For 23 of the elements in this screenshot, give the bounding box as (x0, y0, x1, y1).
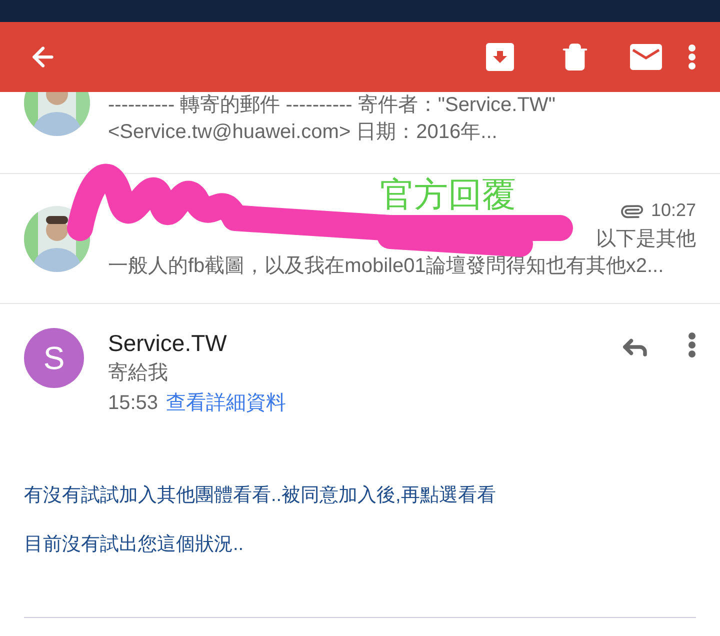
more-icon (688, 332, 696, 358)
message-time: 15:53 (108, 391, 158, 416)
mark-unread-button[interactable] (630, 44, 662, 70)
mail-icon (630, 44, 662, 70)
delete-button[interactable] (560, 42, 590, 72)
recipient-text: 寄給我 (108, 361, 169, 386)
more-icon (688, 44, 696, 70)
body-text: 有沒有試試加入其他團體看看..被同意加入後,再點選看看 (24, 484, 497, 508)
details-link[interactable]: 查看詳細資料 (166, 388, 286, 418)
sender-avatar: S (24, 328, 84, 388)
trash-icon (560, 42, 590, 72)
more-button[interactable] (688, 44, 696, 70)
body-text: 目前沒有試出您這個狀況.. (24, 532, 245, 556)
message-more-button[interactable] (688, 332, 696, 358)
preview-text: 以下是其他 (596, 227, 696, 252)
preview-text: ---------- 轉寄的郵件 ---------- 寄件者："Service.TW" (108, 94, 556, 116)
archive-icon (493, 51, 507, 63)
annotation-text: 官方回覆 (380, 175, 516, 216)
preview-text: <Service.tw@huawei.com> 日期：2016年... (108, 121, 498, 143)
thread-time: 10:27 (650, 199, 696, 222)
preview-text: 一般人的fb截圖，以及我在mobile01論壇發問得知也有其他x2... (108, 255, 664, 277)
sender-name: Service.TW (108, 329, 228, 358)
archive-button[interactable] (486, 43, 514, 71)
